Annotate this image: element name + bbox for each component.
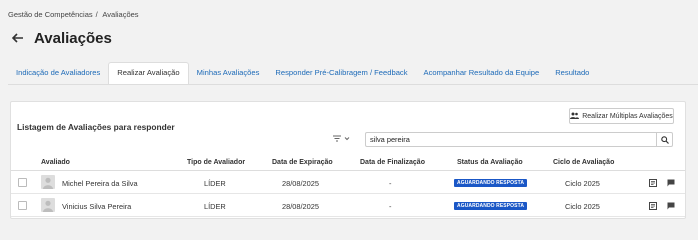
tab-responder-pre-calibragem[interactable]: Responder Pré-Calibragem / Feedback [267, 62, 415, 84]
row-checkbox[interactable] [18, 201, 27, 210]
row-name: Vinicius Silva Pereira [62, 202, 132, 211]
avatar [41, 198, 55, 212]
tab-bar: Indicação de Avaliadores Realizar Avalia… [8, 62, 597, 84]
search-input[interactable]: silva pereira [365, 132, 657, 147]
multiple-evaluations-button[interactable]: Realizar Múltiplas Avaliações [569, 108, 674, 124]
header-ciclo: Ciclo de Avaliação [553, 159, 615, 166]
row-checkbox[interactable] [18, 178, 27, 187]
list-title: Listagem de Avaliações para responder [17, 122, 175, 132]
evaluations-panel: Realizar Múltiplas Avaliações Listagem d… [10, 101, 686, 219]
header-data-finalizacao: Data de Finalização [360, 159, 425, 166]
row-expiracao: 28/08/2025 [282, 202, 319, 211]
tab-divider [8, 84, 698, 85]
breadcrumb-item-avaliacoes: Avaliações [102, 10, 139, 19]
row-name: Michel Pereira da Silva [62, 179, 138, 188]
header-avaliado: Avaliado [41, 159, 70, 166]
title-row: Avaliações [11, 30, 112, 47]
table-row[interactable]: Vinicius Silva Pereira LÍDER 28/08/2025 … [11, 195, 685, 217]
avatar [41, 175, 55, 189]
tab-minhas-avaliacoes[interactable]: Minhas Avaliações [189, 62, 268, 84]
header-status: Status da Avaliação [457, 159, 523, 166]
breadcrumb-item-competencias[interactable]: Gestão de Competências [8, 10, 93, 19]
status-badge: AGUARDANDO RESPOSTA [454, 202, 528, 210]
row-ciclo: Ciclo 2025 [565, 202, 600, 211]
row-ciclo: Ciclo 2025 [565, 179, 600, 188]
row-tipo: LÍDER [204, 202, 226, 211]
breadcrumb: Gestão de Competências / Avaliações [8, 10, 142, 19]
tab-realizar-avaliacao[interactable]: Realizar Avaliação [108, 62, 189, 84]
row-tipo: LÍDER [204, 179, 226, 188]
page-title: Avaliações [34, 30, 112, 47]
chat-icon[interactable] [667, 179, 675, 187]
table-row[interactable]: Michel Pereira da Silva LÍDER 28/08/2025… [11, 172, 685, 194]
tab-indicacao-avaliadores[interactable]: Indicação de Avaliadores [8, 62, 108, 84]
row-finalizacao: - [389, 179, 392, 188]
header-data-expiracao: Data de Expiração [272, 159, 333, 166]
multiple-evaluations-label: Realizar Múltiplas Avaliações [582, 112, 673, 120]
filter-icon[interactable] [333, 135, 351, 144]
row-expiracao: 28/08/2025 [282, 179, 319, 188]
search-button[interactable] [657, 132, 673, 147]
search-icon [660, 131, 669, 149]
row-finalizacao: - [389, 202, 392, 211]
chat-icon[interactable] [667, 202, 675, 210]
tab-resultado[interactable]: Resultado [547, 62, 597, 84]
breadcrumb-separator: / [95, 10, 98, 19]
table-header: Avaliado Tipo de Avaliador Data de Expir… [11, 154, 685, 171]
tab-acompanhar-resultado[interactable]: Acompanhar Resultado da Equipe [416, 62, 548, 84]
users-icon [570, 112, 580, 121]
status-badge: AGUARDANDO RESPOSTA [454, 179, 528, 187]
arrow-left-icon[interactable] [11, 31, 28, 47]
form-icon[interactable] [649, 179, 657, 187]
header-tipo-avaliador: Tipo de Avaliador [187, 159, 246, 166]
form-icon[interactable] [649, 202, 657, 210]
